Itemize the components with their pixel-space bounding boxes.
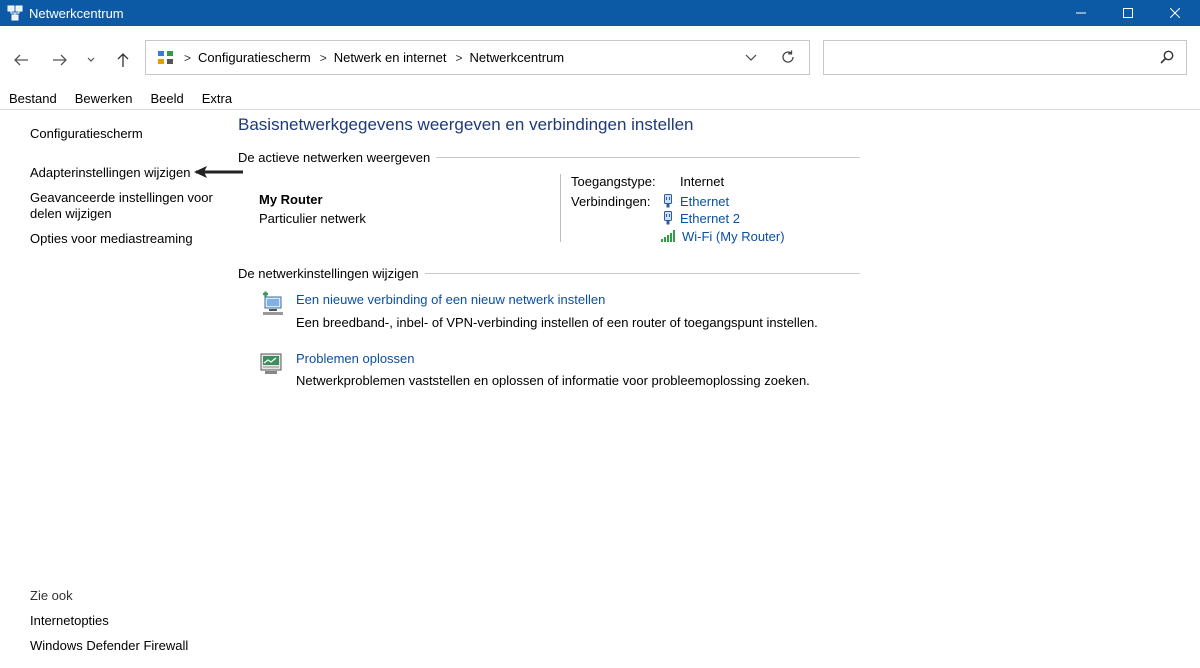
breadcrumb-separator[interactable]: > xyxy=(320,51,327,65)
breadcrumb-separator: > xyxy=(184,50,192,65)
menu-bewerken[interactable]: Bewerken xyxy=(66,91,142,106)
link-advanced-sharing-settings-line2[interactable]: delen wijzigen xyxy=(30,206,112,222)
connection-wifi-label[interactable]: Wi-Fi (My Router) xyxy=(682,229,785,244)
back-button[interactable] xyxy=(9,48,33,72)
ethernet-icon xyxy=(661,210,675,226)
search-input[interactable] xyxy=(824,41,1144,74)
link-control-panel-home[interactable]: Configuratiescherm xyxy=(30,126,143,142)
troubleshoot-description: Netwerkproblemen vaststellen en oplossen… xyxy=(296,373,810,388)
title-bar: Netwerkcentrum xyxy=(0,0,1200,26)
ethernet-icon xyxy=(661,193,675,209)
connection-wifi[interactable]: Wi-Fi (My Router) xyxy=(661,228,785,244)
search-icon[interactable] xyxy=(1160,50,1174,64)
troubleshoot-icon[interactable] xyxy=(259,351,285,377)
maximize-button[interactable] xyxy=(1105,0,1151,26)
breadcrumb-item[interactable]: Netwerkcentrum xyxy=(470,50,565,65)
menu-bar: Bestand Bewerken Beeld Extra xyxy=(0,88,1200,110)
see-also-label: Zie ook xyxy=(30,588,73,603)
section-active-networks-label: De actieve netwerken weergeven xyxy=(238,150,431,165)
menu-extra[interactable]: Extra xyxy=(193,91,241,106)
maximize-icon xyxy=(1123,8,1133,18)
connection-ethernet-2[interactable]: Ethernet 2 xyxy=(661,210,740,226)
pointer-arrow-icon xyxy=(194,166,243,178)
minimize-icon xyxy=(1076,12,1086,14)
link-advanced-sharing-settings[interactable]: Geavanceerde instellingen voor xyxy=(30,190,213,206)
section-change-settings-label: De netwerkinstellingen wijzigen xyxy=(238,266,419,281)
access-type-value: Internet xyxy=(680,174,725,189)
menu-bestand[interactable]: Bestand xyxy=(0,91,66,106)
section-divider xyxy=(424,273,860,274)
link-media-streaming-options[interactable]: Opties voor mediastreaming xyxy=(30,231,193,247)
close-icon xyxy=(1170,8,1180,18)
arrow-up-icon xyxy=(117,53,129,67)
new-connection-icon[interactable] xyxy=(259,291,285,317)
close-button[interactable] xyxy=(1152,0,1198,26)
new-connection-description: Een breedband-, inbel- of VPN-verbinding… xyxy=(296,315,818,330)
breadcrumb-item[interactable]: Netwerk en internet xyxy=(334,50,447,65)
left-pane: Configuratiescherm Adapterinstellingen w… xyxy=(0,111,243,668)
access-type-label: Toegangstype: xyxy=(571,174,656,189)
forward-button[interactable] xyxy=(48,48,72,72)
address-history-button[interactable] xyxy=(745,50,757,67)
chevron-down-icon xyxy=(87,57,95,62)
network-center-icon xyxy=(7,5,23,21)
connection-ethernet-label[interactable]: Ethernet xyxy=(680,194,729,209)
link-new-connection[interactable]: Een nieuwe verbinding of een nieuw netwe… xyxy=(296,292,605,307)
up-button[interactable] xyxy=(111,48,135,72)
refresh-button[interactable] xyxy=(781,50,795,67)
minimize-button[interactable] xyxy=(1058,0,1104,26)
wifi-signal-icon xyxy=(661,228,677,244)
connection-ethernet[interactable]: Ethernet xyxy=(661,193,729,209)
arrow-left-icon xyxy=(14,54,28,66)
control-panel-icon xyxy=(158,50,173,64)
link-internet-options[interactable]: Internetopties xyxy=(30,613,109,629)
window-title: Netwerkcentrum xyxy=(29,5,124,21)
recent-locations-button[interactable] xyxy=(81,48,101,72)
link-change-adapter-settings[interactable]: Adapterinstellingen wijzigen xyxy=(30,165,190,181)
menu-beeld[interactable]: Beeld xyxy=(142,91,193,106)
link-troubleshoot[interactable]: Problemen oplossen xyxy=(296,351,415,366)
section-change-settings: De netwerkinstellingen wijzigen xyxy=(238,266,860,281)
network-divider xyxy=(560,174,561,242)
refresh-icon xyxy=(782,50,794,63)
section-divider xyxy=(436,157,860,158)
network-type[interactable]: Particulier netwerk xyxy=(259,211,366,226)
breadcrumb-separator[interactable]: > xyxy=(455,51,462,65)
search-box[interactable] xyxy=(823,40,1187,75)
chevron-down-icon xyxy=(745,54,757,61)
page-title: Basisnetwerkgegevens weergeven en verbin… xyxy=(238,115,694,134)
breadcrumb-item[interactable]: Configuratiescherm xyxy=(198,50,311,65)
connections-label: Verbindingen: xyxy=(571,194,651,209)
connection-ethernet-2-label[interactable]: Ethernet 2 xyxy=(680,211,740,226)
arrow-right-icon xyxy=(53,54,67,66)
network-name: My Router xyxy=(259,192,323,207)
link-windows-defender-firewall[interactable]: Windows Defender Firewall xyxy=(30,638,188,654)
address-bar[interactable]: > Configuratiescherm > Netwerk en intern… xyxy=(145,40,810,75)
section-active-networks: De actieve netwerken weergeven xyxy=(238,150,860,165)
navigation-bar: > Configuratiescherm > Netwerk en intern… xyxy=(0,26,1200,88)
